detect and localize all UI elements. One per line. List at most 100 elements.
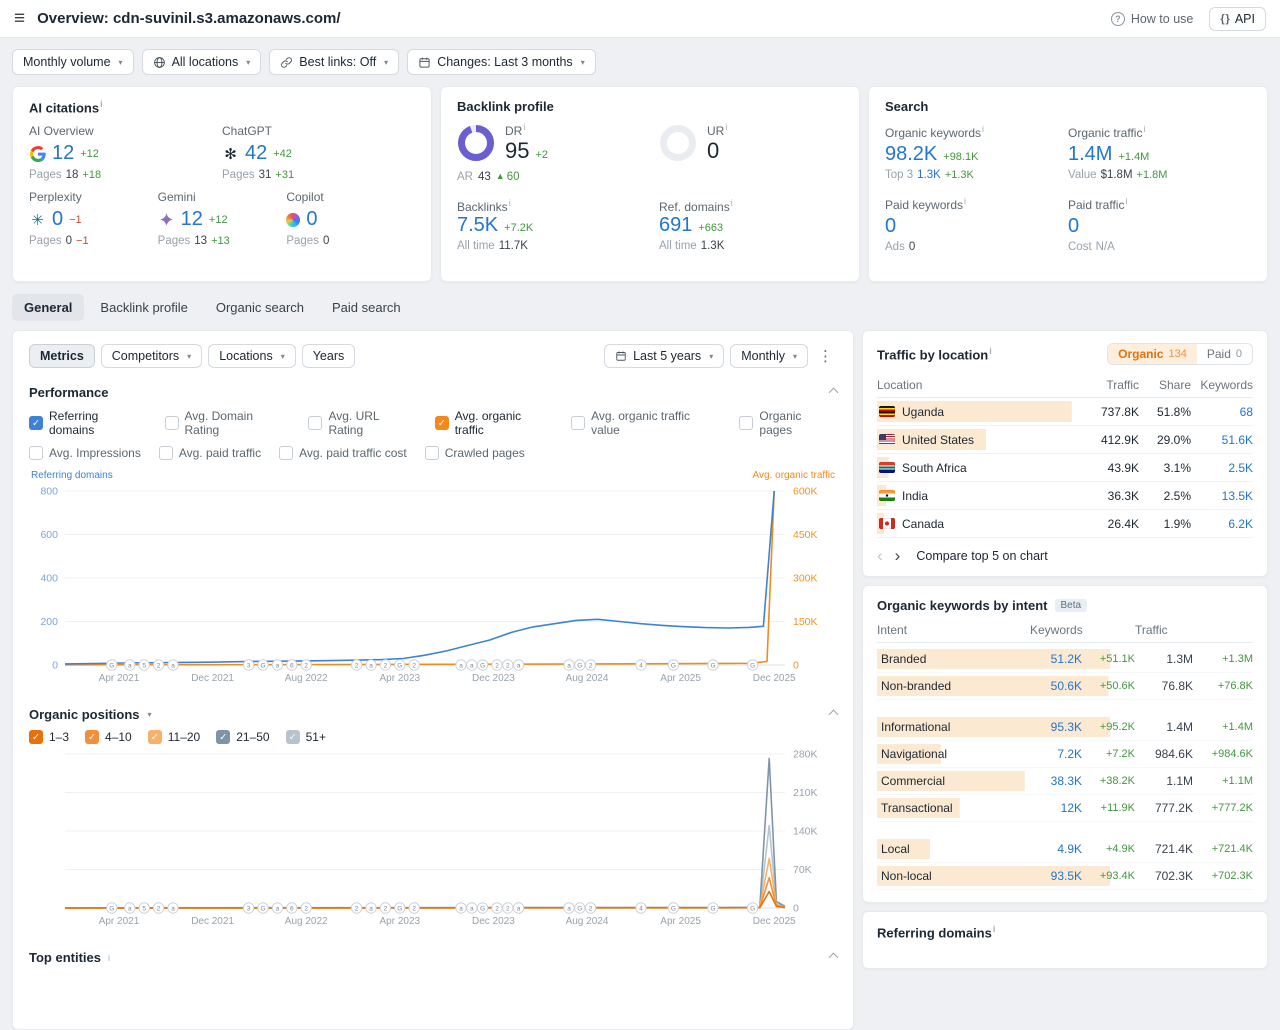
intent-keywords-link[interactable]: 95.3K [1030,720,1082,734]
paid-toggle[interactable]: Paid 0 [1197,344,1252,364]
locations-filter-dropdown[interactable]: Locations▾ [208,344,296,368]
best-links-dropdown[interactable]: Best links: Off ▾ [269,49,399,75]
citations-change: −1 [69,214,82,226]
paid-keywords-value[interactable]: 0 [885,215,896,238]
metric-checkbox-referring-domains[interactable]: ✓Referring domains [29,409,147,437]
organic-keywords-value[interactable]: 98.2K [885,143,937,166]
locations-label: All locations [172,55,239,69]
beta-badge: Beta [1055,599,1088,612]
tab-backlink-profile[interactable]: Backlink profile [88,294,199,321]
compare-top5-link[interactable]: Compare top 5 on chart [916,549,1047,563]
prev-page-icon[interactable]: ‹ [877,547,883,564]
organic-traffic-value[interactable]: 1.4M [1068,143,1112,166]
search-title: Search [885,99,928,114]
tab-organic-search[interactable]: Organic search [204,294,316,321]
svg-text:200: 200 [40,616,58,628]
chevron-down-icon[interactable]: ▾ [148,710,152,719]
location-traffic: 737.8K [1073,405,1139,419]
intent-row-branded[interactable]: Branded51.2K+51.1K1.3M+1.3M [877,646,1253,673]
position-checkbox-1-3[interactable]: ✓1–3 [29,730,69,744]
location-row-south-africa[interactable]: South Africa43.9K3.1%2.5K [877,454,1253,482]
main-content: Metrics Competitors▾ Locations▾ Years La… [0,330,1280,1030]
competitors-dropdown[interactable]: Competitors▾ [101,344,202,368]
intent-row-non-local[interactable]: Non-local93.5K+93.4K702.3K+702.3K [877,863,1253,890]
granularity-label: Monthly [741,349,785,363]
backlinks-value[interactable]: 7.5K [457,214,498,237]
location-row-canada[interactable]: Canada26.4K1.9%6.2K [877,510,1253,538]
intent-row-non-branded[interactable]: Non-branded50.6K+50.6K76.8K+76.8K [877,673,1253,700]
intent-keywords-link[interactable]: 50.6K [1030,679,1082,693]
organic-toggle[interactable]: Organic 134 [1108,344,1197,364]
intent-row-informational[interactable]: Informational95.3K+95.2K1.4M+1.4M [877,714,1253,741]
citations-count[interactable]: 12 [52,142,74,165]
how-to-use-link[interactable]: ? How to use [1111,12,1194,26]
location-keywords-link[interactable]: 6.2K [1191,517,1253,531]
tab-general[interactable]: General [12,294,84,321]
topbar-actions: ? How to use { } API [1111,7,1266,31]
citations-count[interactable]: 12 [181,208,203,231]
top3-value[interactable]: 1.3K [917,169,941,181]
intent-keywords-link[interactable]: 93.5K [1030,869,1082,883]
menu-icon[interactable]: ≡ [14,9,25,28]
ar-value: 43 [478,171,491,185]
granularity-dropdown[interactable]: Monthly▾ [730,344,808,368]
collapse-icon[interactable] [829,953,839,963]
intent-traffic-change: +1.3M [1193,653,1253,665]
date-range-dropdown[interactable]: Last 5 years▾ [604,344,724,368]
intent-row-transactional[interactable]: Transactional12K+11.9K777.2K+777.2K [877,795,1253,822]
metric-checkbox-avg-domain-rating[interactable]: Avg. Domain Rating [165,409,291,437]
citations-count[interactable]: 0 [52,208,63,231]
collapse-icon[interactable] [829,388,839,398]
next-page-icon[interactable]: › [895,547,901,564]
more-options-button[interactable]: ⋮ [814,343,837,369]
position-checkbox-4-10[interactable]: ✓4–10 [85,730,132,744]
metric-checkbox-crawled-pages[interactable]: Crawled pages [425,446,525,460]
tab-paid-search[interactable]: Paid search [320,294,413,321]
globe-icon [153,56,166,69]
organic-positions-chart[interactable]: 070K140K210K280KApr 2021Dec 2021Aug 2022… [29,744,839,934]
location-row-united-states[interactable]: United States412.9K29.0%51.6K [877,426,1253,454]
position-checkbox-21-50[interactable]: ✓21–50 [216,730,269,744]
intent-keywords-link[interactable]: 7.2K [1030,747,1082,761]
monthly-volume-dropdown[interactable]: Monthly volume ▾ [12,49,134,75]
metric-checkbox-organic-pages[interactable]: Organic pages [739,409,837,437]
metrics-button[interactable]: Metrics [29,344,95,368]
location-row-uganda[interactable]: Uganda737.8K51.8%68 [877,398,1253,426]
metric-checkbox-avg-organic-traffic-value[interactable]: Avg. organic traffic value [571,409,721,437]
years-button[interactable]: Years [302,344,356,368]
citations-count[interactable]: 42 [245,142,267,165]
location-row-india[interactable]: India36.3K2.5%13.5K [877,482,1253,510]
paid-traffic-label: Paid traffic [1068,198,1124,212]
backlinks-alltime-value: 11.7K [499,240,528,252]
paid-traffic-value[interactable]: 0 [1068,215,1079,238]
metric-checkbox-avg-url-rating[interactable]: Avg. URL Rating [308,409,416,437]
intent-row-commercial[interactable]: Commercial38.3K+38.2K1.1M+1.1M [877,768,1253,795]
locations-dropdown[interactable]: All locations ▾ [142,49,262,75]
location-keywords-link[interactable]: 51.6K [1191,433,1253,447]
performance-chart[interactable]: 00200150K400300K600450K800600KApr 2021De… [29,481,839,691]
intent-row-navigational[interactable]: Navigational7.2K+7.2K984.6K+984.6K [877,741,1253,768]
location-keywords-link[interactable]: 68 [1191,405,1253,419]
metric-checkbox-avg-paid-traffic-cost[interactable]: Avg. paid traffic cost [279,446,407,460]
metric-checkbox-avg-organic-traffic[interactable]: ✓Avg. organic traffic [435,409,553,437]
position-checkbox-51[interactable]: ✓51+ [286,730,326,744]
intent-row-local[interactable]: Local4.9K+4.9K721.4K+721.4K [877,836,1253,863]
intent-keywords-link[interactable]: 4.9K [1030,842,1082,856]
citations-count[interactable]: 0 [306,208,317,231]
intent-keywords-link[interactable]: 38.3K [1030,774,1082,788]
metric-checkbox-avg-impressions[interactable]: Avg. Impressions [29,446,141,460]
changes-dropdown[interactable]: Changes: Last 3 months ▾ [407,49,596,75]
position-checkbox-11-20[interactable]: ✓11–20 [148,730,200,744]
ref-domains-value[interactable]: 691 [659,214,692,237]
intent-keywords-link[interactable]: 51.2K [1030,652,1082,666]
intent-keywords-link[interactable]: 12K [1030,801,1082,815]
collapse-icon[interactable] [829,710,839,720]
chevron-down-icon: ▾ [246,58,250,67]
location-name: United States [902,433,974,447]
metric-checkbox-avg-paid-traffic[interactable]: Avg. paid traffic [159,446,261,460]
location-keywords-link[interactable]: 2.5K [1191,461,1253,475]
ref-domains-alltime-value: 1.3K [701,240,725,252]
api-button[interactable]: { } API [1209,7,1266,31]
chevron-down-icon: ▾ [384,58,388,67]
location-keywords-link[interactable]: 13.5K [1191,489,1253,503]
